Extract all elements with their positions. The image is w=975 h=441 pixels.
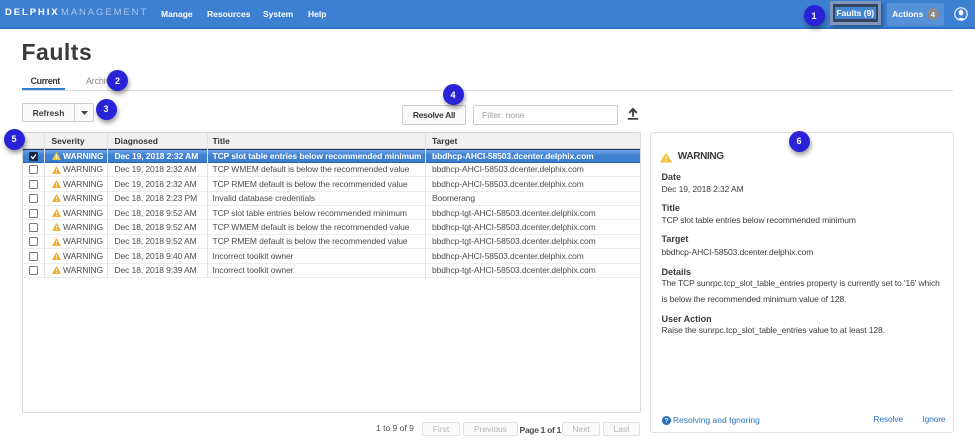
svg-text:?: ? — [664, 417, 668, 424]
